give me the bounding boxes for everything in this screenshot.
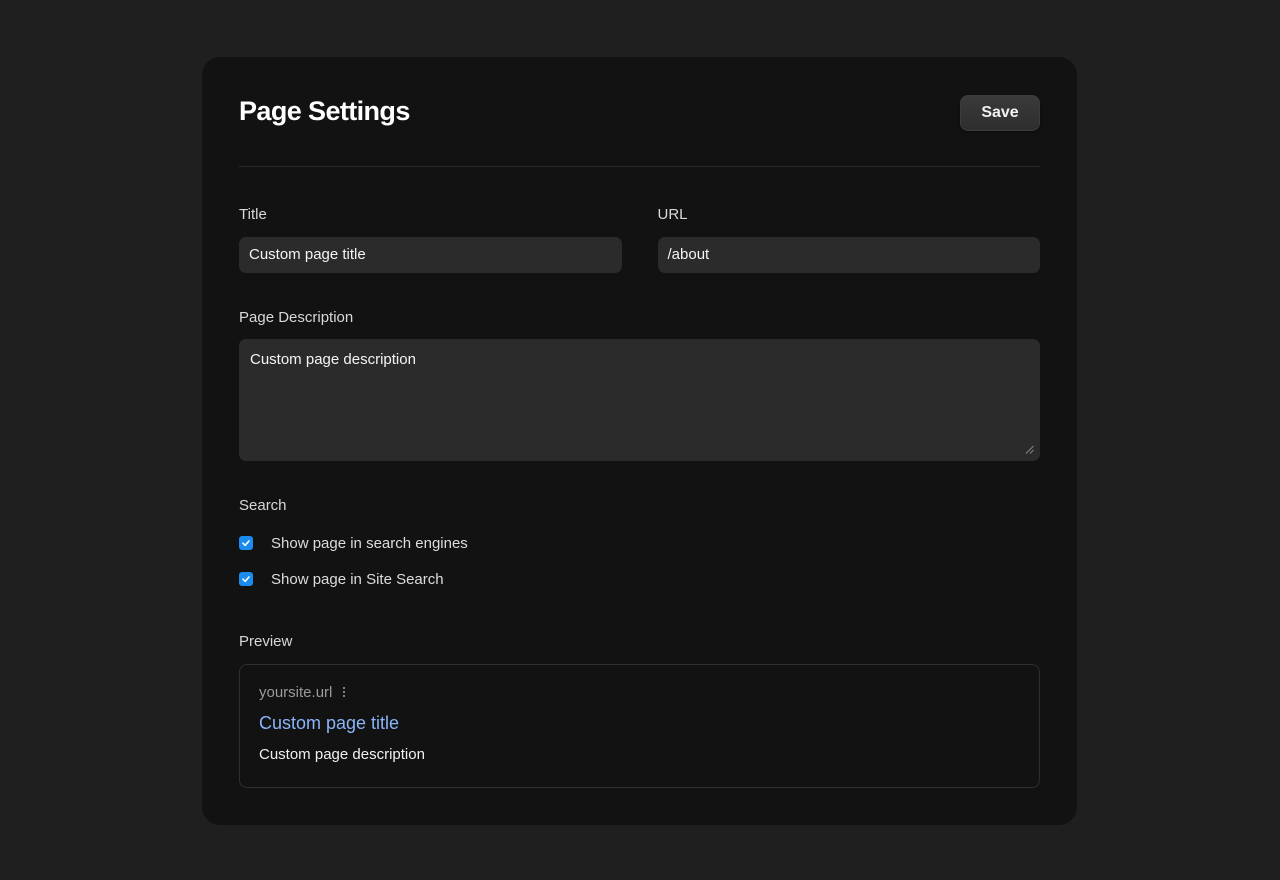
site-search-option[interactable]: Show page in Site Search <box>239 569 1040 589</box>
preview-title-link[interactable]: Custom page title <box>259 713 1020 734</box>
search-engines-label: Show page in search engines <box>271 534 468 552</box>
search-section: Search Show page in search engines Show … <box>239 496 1040 589</box>
title-input[interactable]: Custom page title <box>239 237 622 273</box>
description-label: Page Description <box>239 309 354 326</box>
description-text: Custom page description <box>250 351 416 368</box>
preview-label: Preview <box>239 633 293 650</box>
preview-site-url: yoursite.url <box>259 683 333 701</box>
preview-site-row: yoursite.url <box>259 683 1020 701</box>
site-search-label: Show page in Site Search <box>271 570 444 588</box>
search-engines-option[interactable]: Show page in search engines <box>239 533 1040 553</box>
panel-header: Page Settings Save <box>239 57 1040 167</box>
page-title: Page Settings <box>239 96 410 126</box>
description-field-group: Page Description Custom page description <box>239 308 1040 461</box>
save-button[interactable]: Save <box>960 94 1040 131</box>
title-url-row: Title Custom page title URL /about <box>239 205 1040 273</box>
preview-description: Custom page description <box>259 746 425 763</box>
more-options-icon[interactable] <box>341 685 347 699</box>
title-label: Title <box>239 206 267 223</box>
resize-handle-icon[interactable] <box>1025 445 1034 454</box>
description-textarea[interactable]: Custom page description <box>239 339 1040 461</box>
checkmark-icon <box>242 540 250 547</box>
page-settings-panel: Page Settings Save Title Custom page tit… <box>202 57 1077 825</box>
site-search-checkbox[interactable] <box>239 572 253 586</box>
url-input[interactable]: /about <box>657 237 1040 273</box>
url-label: URL <box>657 206 688 223</box>
title-field-group: Title Custom page title <box>239 205 622 273</box>
search-label: Search <box>239 497 287 514</box>
preview-section: Preview yoursite.url Custom page title C… <box>239 632 1040 788</box>
search-preview-card: yoursite.url Custom page title Custom pa… <box>239 664 1040 788</box>
checkmark-icon <box>242 576 250 583</box>
search-engines-checkbox[interactable] <box>239 536 253 550</box>
url-field-group: URL /about <box>657 205 1040 273</box>
